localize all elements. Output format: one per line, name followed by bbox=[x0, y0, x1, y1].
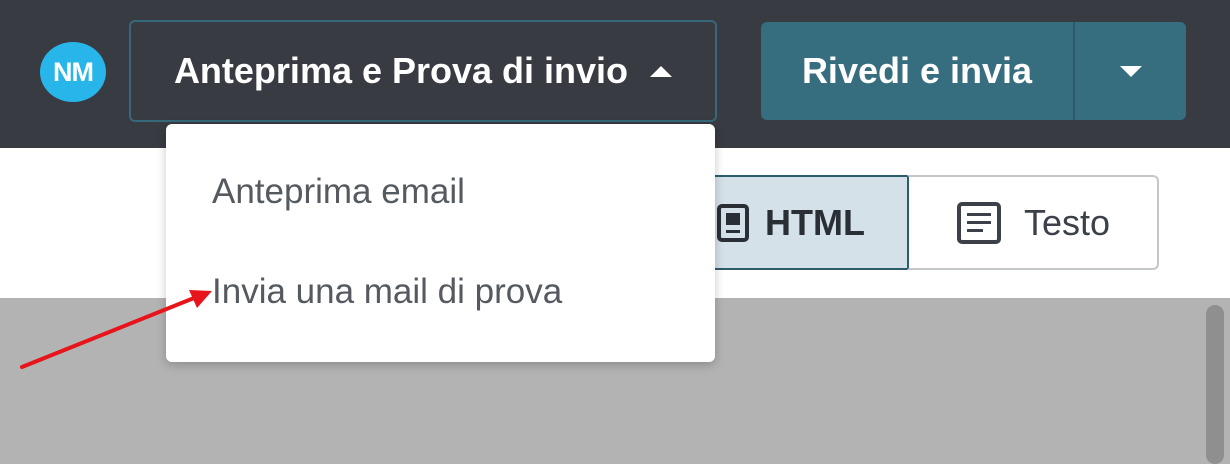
view-toggle: HTML Testo bbox=[700, 175, 1159, 270]
html-view-button[interactable]: HTML bbox=[700, 175, 907, 270]
caret-down-icon bbox=[1119, 65, 1142, 77]
html-icon bbox=[717, 203, 750, 242]
review-and-send-button[interactable]: Rivedi e invia bbox=[761, 22, 1075, 120]
menu-item-email-preview[interactable]: Anteprima email bbox=[212, 172, 465, 212]
user-avatar[interactable]: NM bbox=[40, 42, 106, 102]
vertical-scrollbar[interactable] bbox=[1206, 305, 1224, 464]
html-view-label: HTML bbox=[765, 201, 865, 243]
review-dropdown-toggle[interactable] bbox=[1075, 22, 1186, 120]
review-button-label: Rivedi e invia bbox=[801, 50, 1033, 91]
preview-dropdown-menu: Anteprima email Invia una mail di prova bbox=[166, 124, 715, 362]
preview-and-test-button[interactable]: Anteprima e Prova di invio bbox=[129, 20, 717, 122]
caret-up-icon bbox=[650, 65, 673, 77]
text-view-button[interactable]: Testo bbox=[907, 175, 1159, 270]
text-document-icon bbox=[956, 201, 1001, 244]
review-button-group: Rivedi e invia bbox=[761, 22, 1186, 120]
text-view-label: Testo bbox=[1023, 201, 1111, 243]
preview-button-label: Anteprima e Prova di invio bbox=[173, 50, 629, 91]
menu-item-send-test-email[interactable]: Invia una mail di prova bbox=[212, 272, 562, 312]
